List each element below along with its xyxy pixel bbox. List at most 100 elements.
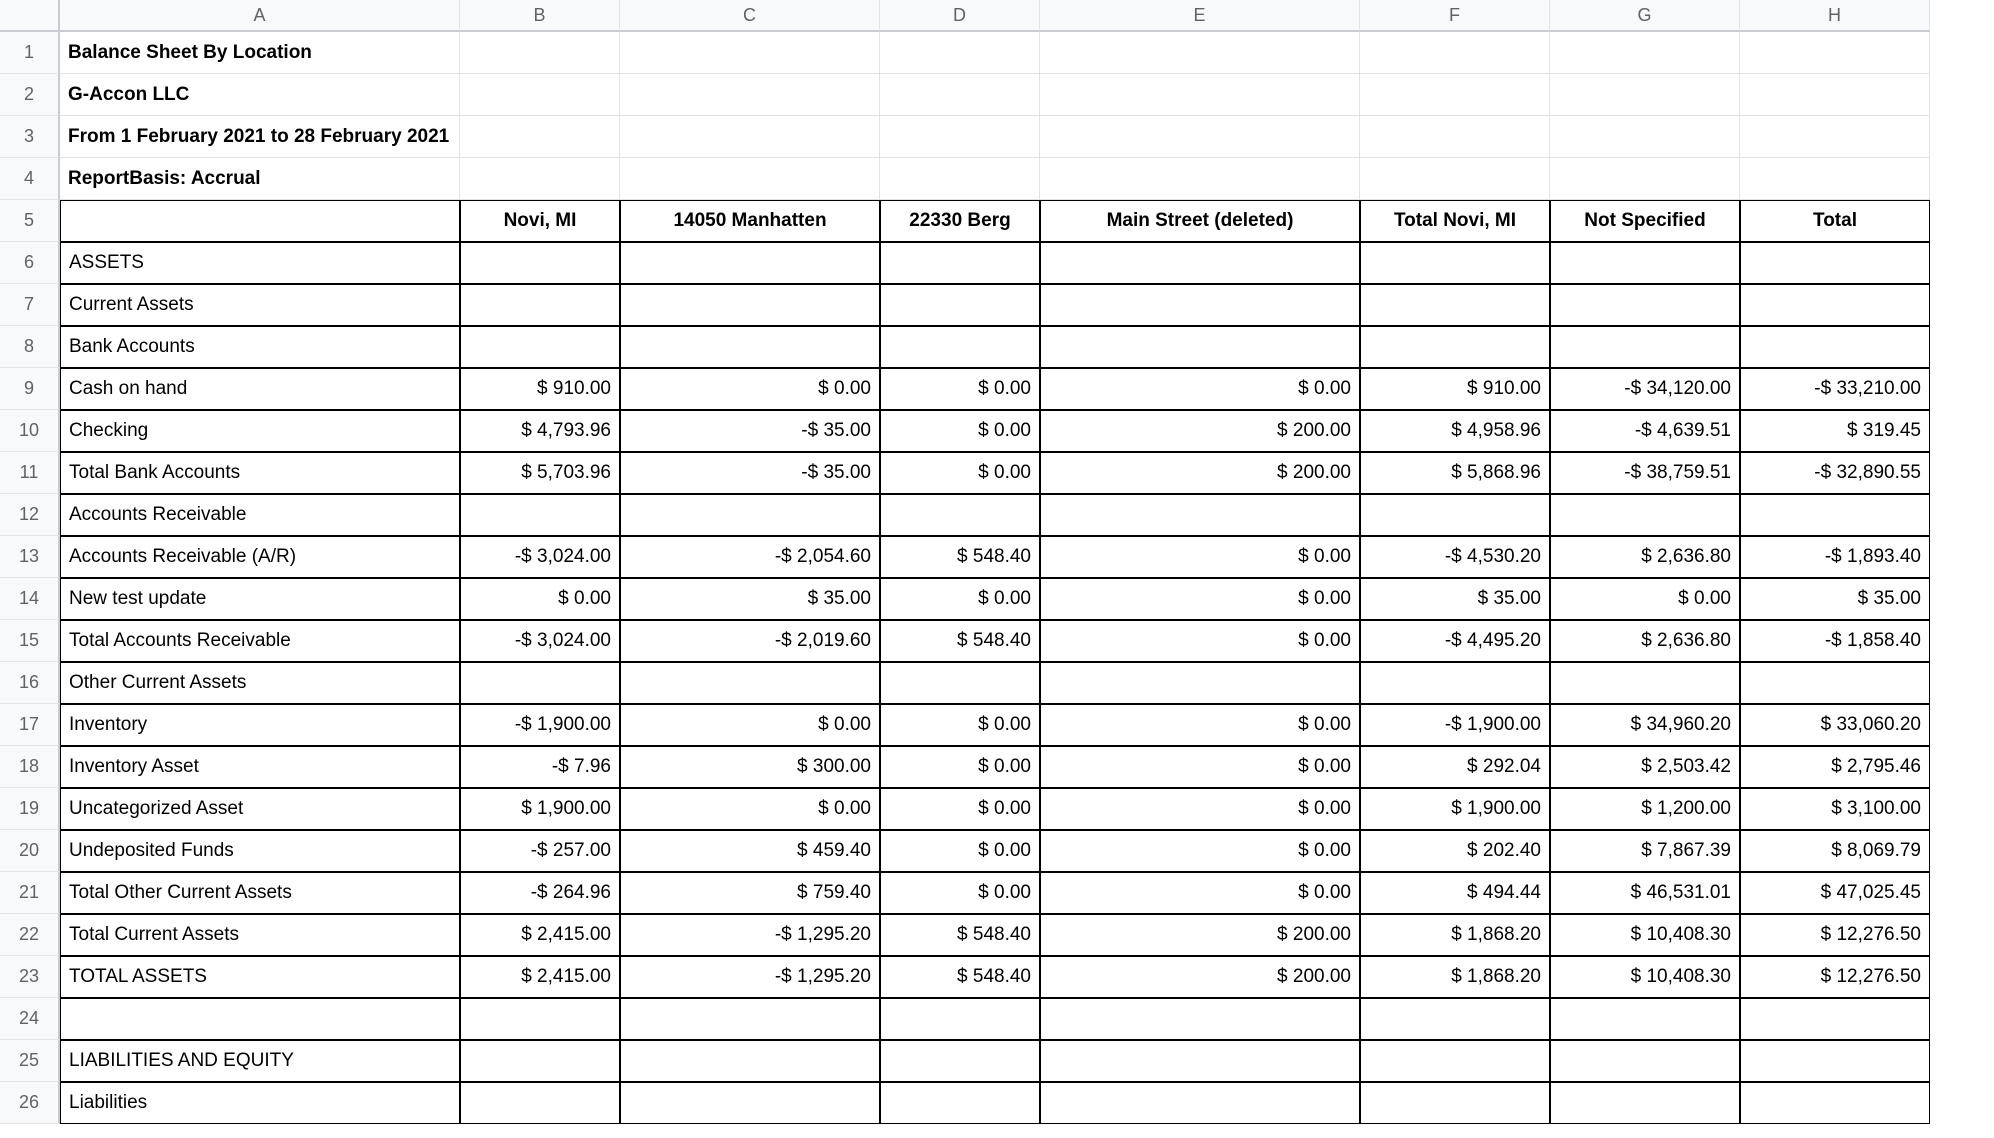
row-header-1[interactable]: 1 [0,32,60,74]
cell-h18[interactable]: $ 2,795.46 [1740,746,1930,788]
cell-g14[interactable]: $ 0.00 [1550,578,1740,620]
cell-h2[interactable] [1740,74,1930,116]
row-header-14[interactable]: 14 [0,578,60,620]
cell-e10[interactable]: $ 200.00 [1040,410,1360,452]
cell-e24[interactable] [1040,998,1360,1040]
cell-f4[interactable] [1360,158,1550,200]
cell-g20[interactable]: $ 7,867.39 [1550,830,1740,872]
cell-b26[interactable] [460,1082,620,1124]
cell-c9[interactable]: $ 0.00 [620,368,880,410]
cell-g7[interactable] [1550,284,1740,326]
cell-b20[interactable]: -$ 257.00 [460,830,620,872]
cell-f1[interactable] [1360,32,1550,74]
cell-a8[interactable]: Bank Accounts [60,326,460,368]
cell-e8[interactable] [1040,326,1360,368]
cell-c4[interactable] [620,158,880,200]
cell-a14[interactable]: New test update [60,578,460,620]
cell-b15[interactable]: -$ 3,024.00 [460,620,620,662]
cell-d23[interactable]: $ 548.40 [880,956,1040,998]
cell-e22[interactable]: $ 200.00 [1040,914,1360,956]
cell-a11[interactable]: Total Bank Accounts [60,452,460,494]
cell-h22[interactable]: $ 12,276.50 [1740,914,1930,956]
cell-f10[interactable]: $ 4,958.96 [1360,410,1550,452]
cell-e7[interactable] [1040,284,1360,326]
cell-a16[interactable]: Other Current Assets [60,662,460,704]
cell-f13[interactable]: -$ 4,530.20 [1360,536,1550,578]
cell-e9[interactable]: $ 0.00 [1040,368,1360,410]
cell-d19[interactable]: $ 0.00 [880,788,1040,830]
cell-e16[interactable] [1040,662,1360,704]
row-header-17[interactable]: 17 [0,704,60,746]
cell-g19[interactable]: $ 1,200.00 [1550,788,1740,830]
cell-b14[interactable]: $ 0.00 [460,578,620,620]
cell-f22[interactable]: $ 1,868.20 [1360,914,1550,956]
cell-h16[interactable] [1740,662,1930,704]
cell-d15[interactable]: $ 548.40 [880,620,1040,662]
cell-d7[interactable] [880,284,1040,326]
row-header-10[interactable]: 10 [0,410,60,452]
cell-e14[interactable]: $ 0.00 [1040,578,1360,620]
row-header-21[interactable]: 21 [0,872,60,914]
column-header-a[interactable]: A [60,0,460,32]
cell-a21[interactable]: Total Other Current Assets [60,872,460,914]
cell-g18[interactable]: $ 2,503.42 [1550,746,1740,788]
cell-a9[interactable]: Cash on hand [60,368,460,410]
row-header-6[interactable]: 6 [0,242,60,284]
cell-d26[interactable] [880,1082,1040,1124]
cell-h23[interactable]: $ 12,276.50 [1740,956,1930,998]
cell-c16[interactable] [620,662,880,704]
cell-h17[interactable]: $ 33,060.20 [1740,704,1930,746]
cell-e5[interactable]: Main Street (deleted) [1040,200,1360,242]
cell-d17[interactable]: $ 0.00 [880,704,1040,746]
cell-g3[interactable] [1550,116,1740,158]
cell-d11[interactable]: $ 0.00 [880,452,1040,494]
row-header-5[interactable]: 5 [0,200,60,242]
cell-f15[interactable]: -$ 4,495.20 [1360,620,1550,662]
cell-a18[interactable]: Inventory Asset [60,746,460,788]
cell-h8[interactable] [1740,326,1930,368]
cell-e1[interactable] [1040,32,1360,74]
cell-d20[interactable]: $ 0.00 [880,830,1040,872]
cell-e4[interactable] [1040,158,1360,200]
cell-g9[interactable]: -$ 34,120.00 [1550,368,1740,410]
cell-h19[interactable]: $ 3,100.00 [1740,788,1930,830]
cell-a17[interactable]: Inventory [60,704,460,746]
cell-g26[interactable] [1550,1082,1740,1124]
cell-e13[interactable]: $ 0.00 [1040,536,1360,578]
cell-c18[interactable]: $ 300.00 [620,746,880,788]
cell-c6[interactable] [620,242,880,284]
row-header-13[interactable]: 13 [0,536,60,578]
cell-a15[interactable]: Total Accounts Receivable [60,620,460,662]
cell-a25[interactable]: LIABILITIES AND EQUITY [60,1040,460,1082]
cell-e11[interactable]: $ 200.00 [1040,452,1360,494]
cell-h9[interactable]: -$ 33,210.00 [1740,368,1930,410]
cell-e23[interactable]: $ 200.00 [1040,956,1360,998]
cell-h7[interactable] [1740,284,1930,326]
cell-h21[interactable]: $ 47,025.45 [1740,872,1930,914]
cell-d24[interactable] [880,998,1040,1040]
cell-g13[interactable]: $ 2,636.80 [1550,536,1740,578]
cell-h12[interactable] [1740,494,1930,536]
spreadsheet-grid[interactable]: ABCDEFGH1Balance Sheet By Location2G-Acc… [0,0,1930,1124]
cell-a22[interactable]: Total Current Assets [60,914,460,956]
cell-f18[interactable]: $ 292.04 [1360,746,1550,788]
cell-f23[interactable]: $ 1,868.20 [1360,956,1550,998]
row-header-11[interactable]: 11 [0,452,60,494]
cell-g25[interactable] [1550,1040,1740,1082]
cell-b2[interactable] [460,74,620,116]
cell-b7[interactable] [460,284,620,326]
cell-b24[interactable] [460,998,620,1040]
cell-a13[interactable]: Accounts Receivable (A/R) [60,536,460,578]
row-header-22[interactable]: 22 [0,914,60,956]
cell-e3[interactable] [1040,116,1360,158]
cell-c10[interactable]: -$ 35.00 [620,410,880,452]
cell-a4[interactable]: ReportBasis: Accrual [60,158,460,200]
cell-d6[interactable] [880,242,1040,284]
cell-e12[interactable] [1040,494,1360,536]
cell-a6[interactable]: ASSETS [60,242,460,284]
cell-d25[interactable] [880,1040,1040,1082]
cell-e18[interactable]: $ 0.00 [1040,746,1360,788]
cell-g1[interactable] [1550,32,1740,74]
cell-c1[interactable] [620,32,880,74]
cell-a7[interactable]: Current Assets [60,284,460,326]
